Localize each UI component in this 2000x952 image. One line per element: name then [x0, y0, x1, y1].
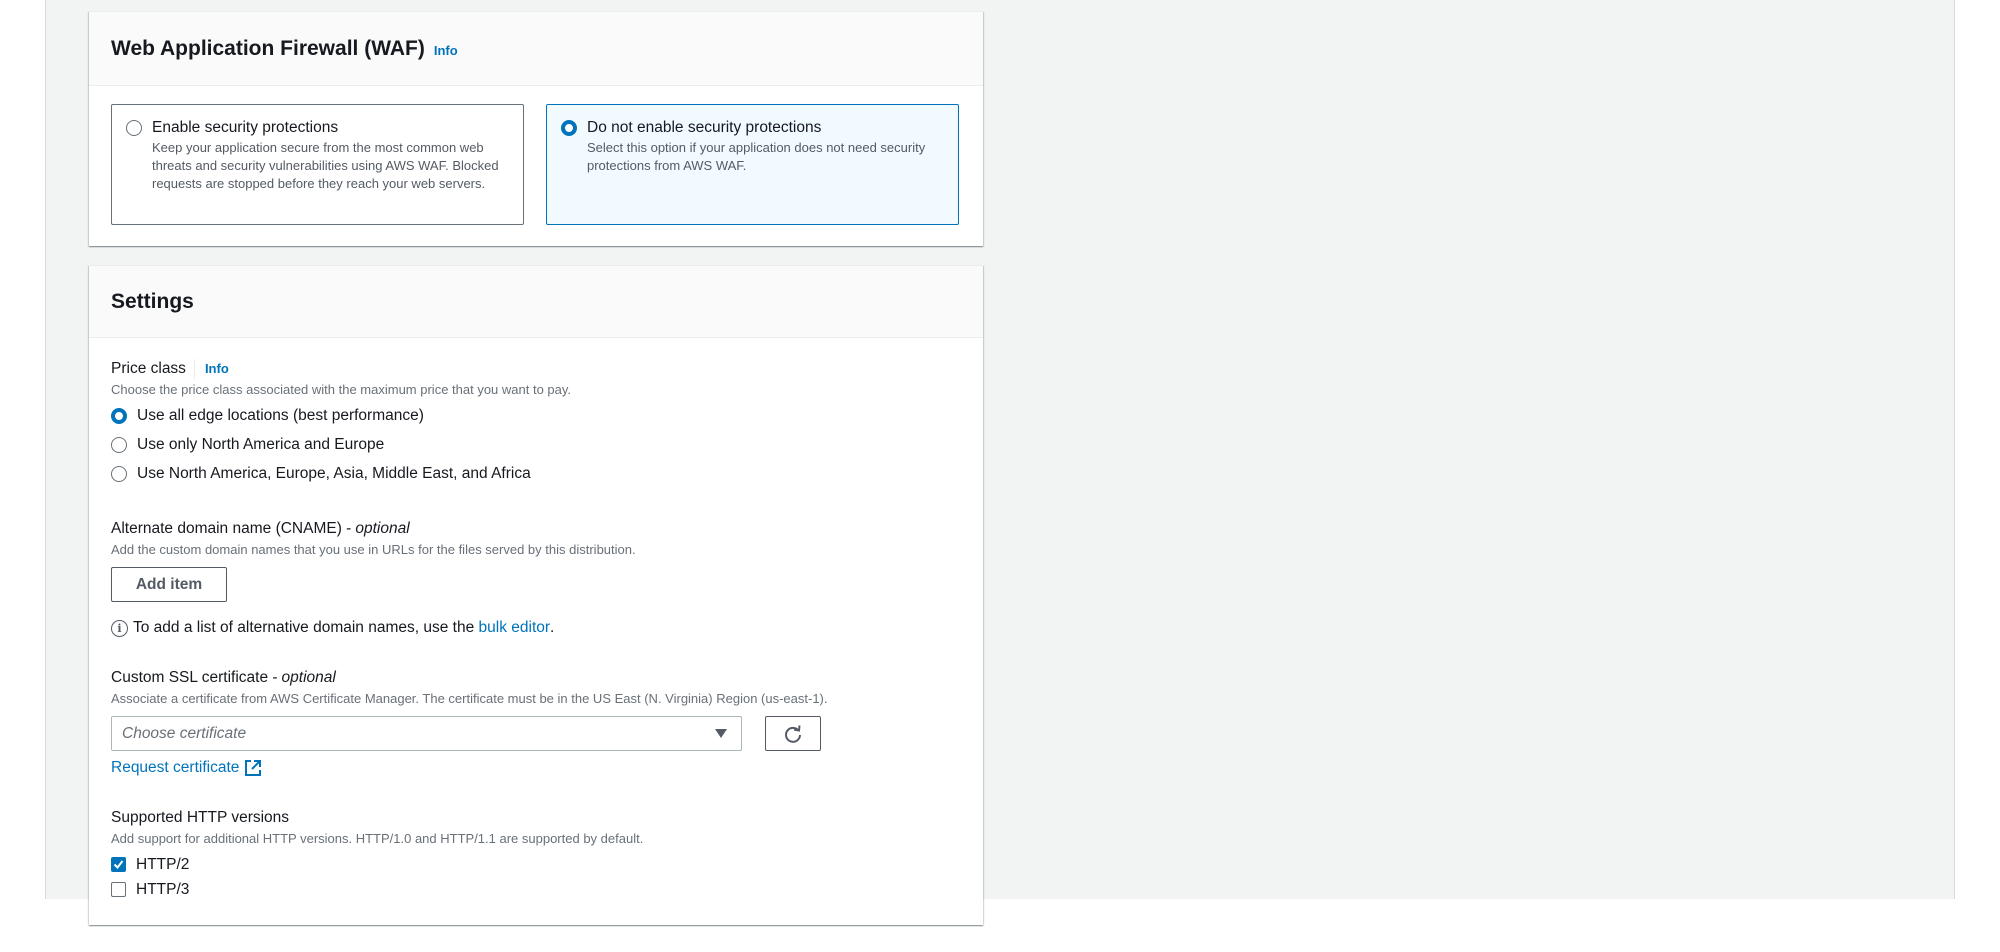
settings-title: Settings — [111, 289, 194, 313]
tile-title: Do not enable security protections — [587, 119, 822, 136]
info-icon: i — [111, 619, 128, 637]
price-class-label: Price class — [111, 360, 186, 377]
settings-panel-header: Settings — [89, 266, 983, 338]
tile-description: Keep your application secure from the mo… — [152, 140, 499, 191]
external-link-icon — [245, 760, 262, 776]
http3-option[interactable]: HTTP/3 — [111, 877, 961, 902]
add-item-button[interactable]: Add item — [111, 567, 227, 602]
ssl-label: Custom SSL certificate - — [111, 669, 278, 686]
certificate-select[interactable]: Choose certificate — [111, 716, 742, 751]
tile-description: Select this option if your application d… — [587, 140, 926, 173]
settings-panel: Settings Price class Info Choose the pri… — [89, 265, 983, 925]
request-certificate-link[interactable]: Request certificate — [111, 759, 961, 777]
radio-label: Use only North America and Europe — [137, 435, 385, 453]
refresh-certificates-button[interactable] — [765, 716, 821, 751]
price-class-field: Price class Info Choose the price class … — [111, 358, 961, 488]
hint-suffix: . — [550, 619, 555, 636]
optional-tag: optional — [355, 520, 410, 537]
refresh-icon — [785, 724, 801, 743]
price-class-option-all[interactable]: Use all edge locations (best performance… — [111, 401, 961, 430]
waf-title: Web Application Firewall (WAF) — [111, 36, 425, 60]
ssl-description: Associate a certificate from AWS Certifi… — [111, 691, 828, 706]
caret-down-icon — [715, 729, 727, 738]
radio-enable-security[interactable] — [126, 120, 142, 136]
optional-tag: optional — [281, 669, 336, 686]
bulk-editor-link[interactable]: bulk editor — [479, 619, 551, 637]
http-versions-field: Supported HTTP versions Add support for … — [111, 807, 961, 902]
waf-panel-header: Web Application Firewall (WAF) Info — [89, 12, 983, 86]
request-certificate-label: Request certificate — [111, 759, 240, 776]
waf-options: Enable security protections Keep your ap… — [89, 86, 983, 225]
tile-title: Enable security protections — [152, 119, 339, 136]
certificate-select-placeholder: Choose certificate — [122, 724, 247, 742]
price-class-radio-group: Use all edge locations (best performance… — [111, 401, 961, 488]
radio-label: Use North America, Europe, Asia, Middle … — [137, 464, 531, 482]
http2-option[interactable]: HTTP/2 — [111, 852, 961, 877]
radio-button[interactable] — [111, 436, 127, 453]
checkmark-icon — [113, 860, 124, 870]
http-versions-label: Supported HTTP versions — [111, 809, 290, 826]
tile-do-not-enable-security[interactable]: Do not enable security protections Selec… — [546, 104, 959, 225]
checkbox-label: HTTP/3 — [136, 880, 190, 898]
checkbox-label: HTTP/2 — [136, 855, 190, 873]
radio-button[interactable] — [111, 465, 127, 482]
http-versions-description: Add support for additional HTTP versions… — [111, 831, 644, 846]
tile-enable-security[interactable]: Enable security protections Keep your ap… — [111, 104, 524, 225]
radio-label: Use all edge locations (best performance… — [137, 406, 424, 424]
cname-label: Alternate domain name (CNAME) - — [111, 520, 352, 537]
ssl-certificate-field: Custom SSL certificate - optional Associ… — [111, 667, 961, 777]
http3-checkbox[interactable] — [111, 882, 126, 897]
bulk-editor-hint: i To add a list of alternative domain na… — [111, 619, 961, 637]
cname-field: Alternate domain name (CNAME) - optional… — [111, 518, 961, 637]
http-versions-checkbox-group: HTTP/2 HTTP/3 — [111, 852, 961, 902]
radio-button[interactable] — [111, 407, 127, 424]
radio-do-not-enable-security[interactable] — [561, 120, 577, 136]
price-class-info-link[interactable]: Info — [205, 358, 229, 379]
price-class-option-na-eu-asia[interactable]: Use North America, Europe, Asia, Middle … — [111, 459, 961, 488]
price-class-option-na-eu[interactable]: Use only North America and Europe — [111, 430, 961, 459]
waf-info-link[interactable]: Info — [434, 43, 458, 58]
price-class-description: Choose the price class associated with t… — [111, 382, 572, 397]
http2-checkbox[interactable] — [111, 857, 126, 872]
bulk-editor-hint-text: To add a list of alternative domain name… — [133, 619, 475, 636]
cname-description: Add the custom domain names that you use… — [111, 542, 636, 557]
label-divider — [193, 358, 195, 379]
waf-panel: Web Application Firewall (WAF) Info Enab… — [89, 11, 983, 246]
